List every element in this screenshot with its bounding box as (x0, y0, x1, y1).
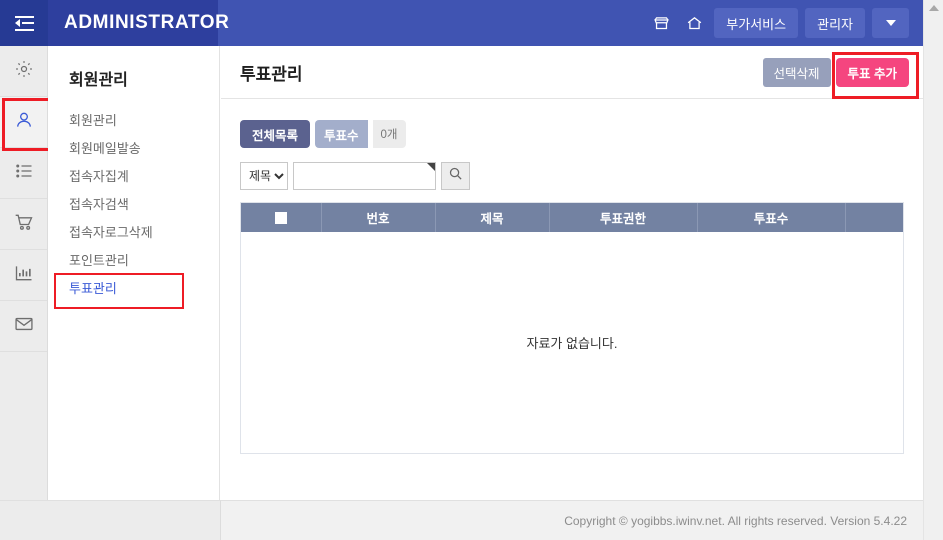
home-icon[interactable] (681, 10, 707, 36)
collapse-menu-button[interactable] (0, 0, 48, 46)
scroll-up-arrow-icon[interactable] (929, 5, 939, 11)
sidebar-item-label: 회원관리 (69, 113, 117, 128)
empty-state-message: 자료가 없습니다. (526, 336, 618, 351)
vote-count-badge: 0개 (372, 120, 406, 148)
sidebar-item-label: 포인트관리 (69, 253, 129, 268)
empty-state-row: 자료가 없습니다. (241, 232, 903, 453)
sidebar-item-label: 투표관리 (69, 281, 117, 296)
column-vote-count: 투표수 (697, 203, 846, 232)
rail-item-shop[interactable] (0, 199, 47, 250)
sidebar-item-member-mail[interactable]: 회원메일발송 (48, 135, 219, 163)
select-all-checkbox[interactable] (274, 212, 287, 225)
rail-item-members[interactable] (0, 97, 51, 151)
tab-bar: 전체목록 투표수 0개 (240, 120, 904, 148)
sidebar-item-visitor-search[interactable]: 접속자검색 (48, 191, 219, 219)
poll-panel: 전체목록 투표수 0개 제목 번호 제목 투표권한 투표수 자료가 없습니다. (240, 120, 904, 454)
envelope-icon (14, 314, 34, 339)
collapse-menu-icon (14, 15, 34, 31)
caret-down-icon (885, 20, 896, 26)
sidebar-item-visitor-log-delete[interactable]: 접속자로그삭제 (48, 219, 219, 247)
rail-item-mail[interactable] (0, 301, 47, 352)
poll-table-container: 번호 제목 투표권한 투표수 자료가 없습니다. (240, 202, 904, 454)
icon-rail (0, 46, 51, 520)
sidebar-item-member-management[interactable]: 회원관리 (48, 107, 219, 135)
search-bar: 제목 (240, 162, 904, 190)
footer-left-filler (0, 500, 221, 540)
rail-item-settings[interactable] (0, 46, 47, 97)
poll-table: 번호 제목 투표권한 투표수 자료가 없습니다. (241, 203, 903, 453)
tab-all-list[interactable]: 전체목록 (240, 120, 311, 148)
search-field-select[interactable]: 제목 (240, 162, 288, 190)
add-poll-button-wrapper: 투표 추가 (831, 51, 920, 99)
user-icon (14, 110, 34, 135)
brand-title: ADMINISTRATOR (48, 0, 229, 46)
sidebar-item-visitor-stats[interactable]: 접속자집계 (48, 163, 219, 191)
delete-selected-button[interactable]: 선택삭제 (762, 57, 831, 87)
sidebar-menu: 회원관리 회원관리 회원메일발송 접속자집계 접속자검색 접속자로그삭제 포인트… (48, 46, 220, 520)
admin-page: ADMINISTRATOR 부가서비스 관리자 회원관리 회원관리 회원메일발송… (0, 0, 943, 540)
column-number: 번호 (321, 203, 436, 232)
add-poll-button[interactable]: 투표 추가 (835, 57, 909, 87)
copyright-text: Copyright © yogibbs.iwinv.net. All right… (564, 513, 907, 528)
sidebar-item-poll-management[interactable]: 투표관리 (48, 273, 219, 309)
cart-icon (14, 212, 34, 237)
header-actions: 부가서비스 관리자 (648, 8, 923, 38)
column-title: 제목 (435, 203, 550, 232)
table-body: 자료가 없습니다. (241, 232, 903, 453)
sidebar-section-title: 회원관리 (69, 72, 128, 89)
table-head: 번호 제목 투표권한 투표수 (241, 203, 903, 232)
table-header-row: 번호 제목 투표권한 투표수 (241, 203, 903, 232)
magnifier-icon (448, 166, 463, 186)
gear-icon (14, 59, 34, 84)
main-content: 투표관리 선택삭제 투표 추가 전체목록 투표수 0개 제목 번호 제목 투표권… (221, 46, 923, 520)
sidebar-item-label: 접속자로그삭제 (69, 225, 153, 240)
rail-item-board[interactable] (0, 148, 47, 199)
sidebar-item-label: 접속자검색 (69, 197, 129, 212)
list-icon (14, 161, 34, 186)
footer: Copyright © yogibbs.iwinv.net. All right… (221, 500, 923, 540)
top-header: ADMINISTRATOR 부가서비스 관리자 (0, 0, 923, 46)
column-actions (845, 203, 903, 232)
sidebar-item-point-management[interactable]: 포인트관리 (48, 247, 219, 275)
admin-account-button[interactable]: 관리자 (805, 8, 865, 38)
shop-icon[interactable] (648, 10, 674, 36)
column-select-all (241, 203, 322, 232)
page-header: 투표관리 선택삭제 투표 추가 (221, 46, 923, 99)
search-input-wrapper (293, 162, 436, 190)
rail-item-statistics[interactable] (0, 250, 47, 301)
page-action-buttons: 선택삭제 투표 추가 (762, 51, 920, 99)
extra-service-button[interactable]: 부가서비스 (714, 8, 799, 38)
column-vote-permission: 투표권한 (549, 203, 698, 232)
account-dropdown-button[interactable] (872, 8, 909, 38)
sidebar-item-label: 접속자집계 (69, 169, 129, 184)
search-input[interactable] (293, 162, 436, 190)
page-title: 투표관리 (240, 64, 303, 84)
chart-bar-icon (14, 263, 34, 288)
search-button[interactable] (441, 162, 470, 190)
tab-vote-count[interactable]: 투표수 (315, 120, 368, 148)
sidebar-item-label: 회원메일발송 (69, 141, 141, 156)
page-scrollbar[interactable] (923, 0, 943, 540)
